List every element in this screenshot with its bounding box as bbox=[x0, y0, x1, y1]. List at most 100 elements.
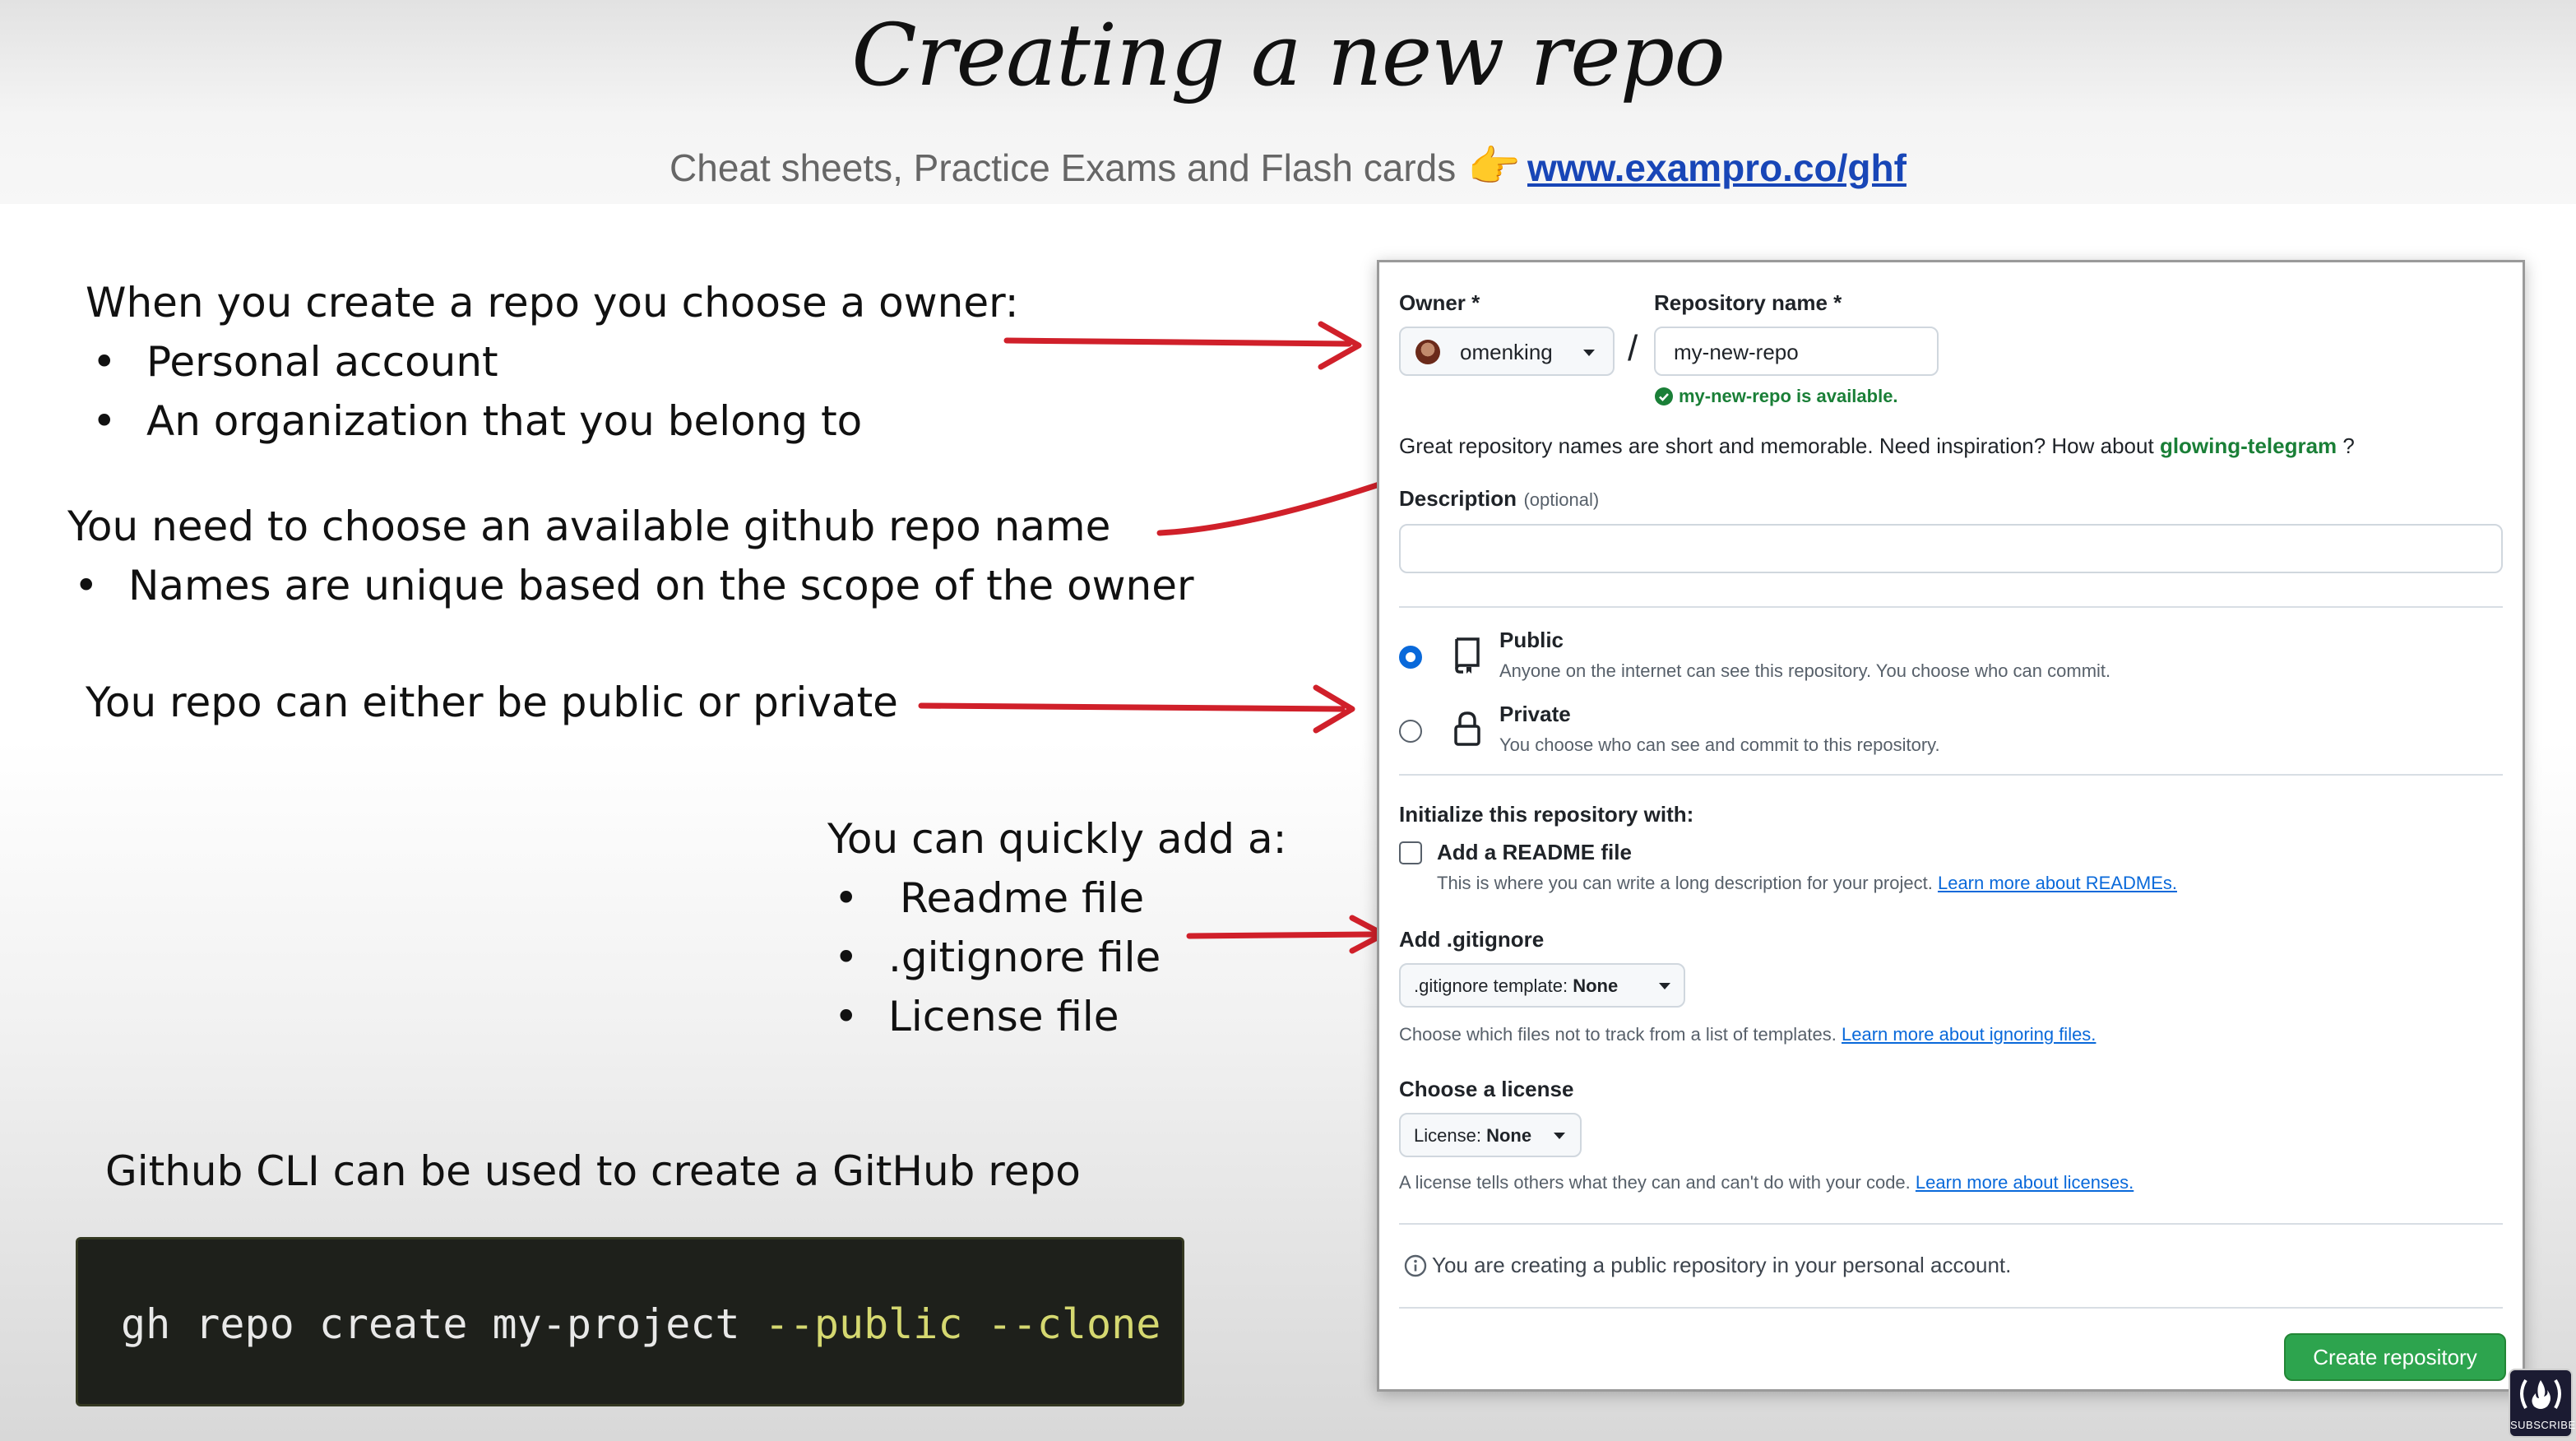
description-label: Description (optional) bbox=[1399, 486, 1599, 512]
exampro-link[interactable]: www.exampro.co/ghf bbox=[1527, 146, 1907, 189]
gitignore-select-prefix: .gitignore template: bbox=[1414, 975, 1568, 996]
readme-checkbox[interactable] bbox=[1399, 841, 1422, 864]
avatar bbox=[1415, 340, 1440, 364]
bullet: • bbox=[92, 397, 117, 445]
divider bbox=[1399, 1307, 2503, 1309]
bullet: • bbox=[834, 874, 859, 922]
cli-note-heading: Github CLI can be used to create a GitHu… bbox=[105, 1147, 1081, 1195]
info-icon bbox=[1404, 1254, 1427, 1277]
owner-note-item: • An organization that you belong to bbox=[86, 392, 1019, 451]
init-label: Initialize this repository with: bbox=[1399, 802, 1694, 827]
inspiration-suggestion[interactable]: glowing-telegram bbox=[2160, 433, 2337, 458]
public-label: Public bbox=[1499, 628, 1564, 652]
description-optional: (optional) bbox=[1523, 489, 1600, 510]
license-learn-more-link[interactable]: Learn more about licenses. bbox=[1916, 1172, 2134, 1193]
visibility-note-heading: You repo can either be public or private bbox=[86, 679, 898, 726]
gitignore-template-dropdown[interactable]: .gitignore template: None bbox=[1399, 963, 1685, 1008]
check-circle-icon bbox=[1655, 387, 1673, 405]
readme-description: This is where you can write a long descr… bbox=[1437, 873, 2177, 894]
readme-desc-text: This is where you can write a long descr… bbox=[1437, 873, 1933, 893]
quick-add-heading: You can quickly add a: bbox=[827, 815, 1287, 863]
owner-repo-separator: / bbox=[1628, 328, 1638, 368]
gitignore-label: Add .gitignore bbox=[1399, 927, 1545, 952]
license-select-prefix: License: bbox=[1414, 1125, 1481, 1146]
gitignore-desc-text: Choose which files not to track from a l… bbox=[1399, 1024, 1837, 1045]
quick-add-item-text: License file bbox=[888, 993, 1119, 1040]
quick-add-item: • .gitignore file bbox=[827, 928, 1286, 987]
license-dropdown[interactable]: License: None bbox=[1399, 1113, 1582, 1157]
quick-add-item: • Readme file bbox=[827, 869, 1286, 928]
github-new-repo-form: Owner * omenking / Repository name * my-… bbox=[1377, 260, 2525, 1392]
private-label: Private bbox=[1499, 702, 1571, 726]
subtitle-text: Cheat sheets, Practice Exams and Flash c… bbox=[669, 146, 1457, 189]
quick-add-item-text: .gitignore file bbox=[888, 934, 1161, 981]
bullet: • bbox=[74, 562, 99, 609]
pointing-hand-emoji: 👉 bbox=[1467, 143, 1522, 191]
divider bbox=[1399, 606, 2503, 608]
license-select-text: License: None bbox=[1414, 1125, 1531, 1147]
license-description: A license tells others what they can and… bbox=[1399, 1172, 2134, 1193]
owner-item-text: Personal account bbox=[146, 338, 498, 386]
gitignore-learn-more-link[interactable]: Learn more about ignoring files. bbox=[1842, 1024, 2096, 1045]
create-repository-button[interactable]: Create repository bbox=[2284, 1333, 2506, 1381]
owner-label: Owner * bbox=[1399, 290, 1480, 315]
name-item-text: Names are unique based on the scope of t… bbox=[128, 562, 1194, 609]
arrowhead-visibility bbox=[1313, 684, 1355, 734]
visibility-info-text: You are creating a public repository in … bbox=[1432, 1253, 2012, 1277]
arrow-owner bbox=[1003, 337, 1352, 347]
readme-label: Add a README file bbox=[1437, 840, 1632, 864]
cli-command-flags: --public --clone bbox=[764, 1300, 1161, 1348]
arrow-visibility bbox=[918, 702, 1346, 712]
lock-icon bbox=[1454, 711, 1480, 746]
quick-add-item: • License file bbox=[827, 987, 1286, 1046]
visibility-note: You repo can either be public or private bbox=[86, 673, 898, 732]
owner-note-item: • Personal account bbox=[86, 332, 1019, 392]
description-input[interactable] bbox=[1399, 524, 2503, 573]
inspiration-suffix: ? bbox=[2342, 433, 2355, 458]
arrowhead-owner bbox=[1318, 321, 1362, 370]
owner-note: When you create a repo you choose a owne… bbox=[86, 273, 1019, 451]
bullet: • bbox=[92, 338, 117, 386]
availability-text: my-new-repo is available. bbox=[1679, 386, 1898, 406]
slide-header: Creating a new repo Cheat sheets, Practi… bbox=[0, 0, 2576, 204]
subscribe-label: SUBSCRIBE bbox=[2510, 1419, 2576, 1431]
slide-subtitle: Cheat sheets, Practice Exams and Flash c… bbox=[0, 141, 2576, 192]
name-note-heading: You need to choose an available github r… bbox=[67, 503, 1111, 550]
license-select-value: None bbox=[1486, 1125, 1532, 1146]
repo-name-input[interactable]: my-new-repo bbox=[1654, 327, 1939, 376]
owner-note-heading: When you create a repo you choose a owne… bbox=[86, 279, 1019, 327]
subscribe-badge[interactable]: SUBSCRIBE bbox=[2509, 1369, 2576, 1438]
gitignore-select-value: None bbox=[1573, 975, 1619, 996]
private-radio[interactable] bbox=[1399, 720, 1422, 743]
repo-name-label: Repository name * bbox=[1654, 290, 1842, 315]
public-description: Anyone on the internet can see this repo… bbox=[1499, 660, 2111, 681]
visibility-info: You are creating a public repository in … bbox=[1404, 1253, 2011, 1278]
cli-command-base: gh repo create my-project bbox=[121, 1300, 765, 1348]
name-note: You need to choose an available github r… bbox=[67, 497, 1194, 615]
public-radio[interactable] bbox=[1399, 646, 1422, 669]
gitignore-select-text: .gitignore template: None bbox=[1414, 975, 1618, 997]
owner-dropdown[interactable]: omenking bbox=[1399, 327, 1615, 376]
cli-note: Github CLI can be used to create a GitHu… bbox=[105, 1142, 1081, 1201]
repo-name-value: my-new-repo bbox=[1674, 340, 1799, 364]
private-description: You choose who can see and commit to thi… bbox=[1499, 734, 1940, 755]
owner-item-text: An organization that you belong to bbox=[146, 397, 863, 445]
freecodecamp-logo bbox=[2520, 1378, 2561, 1409]
readme-learn-more-link[interactable]: Learn more about READMEs. bbox=[1938, 873, 2177, 893]
name-note-item: • Names are unique based on the scope of … bbox=[67, 556, 1194, 615]
cli-command: gh repo create my-project --public --clo… bbox=[121, 1300, 1161, 1348]
quick-add-item-text: Readme file bbox=[900, 874, 1145, 922]
gitignore-description: Choose which files not to track from a l… bbox=[1399, 1024, 2096, 1045]
bullet: • bbox=[834, 934, 859, 981]
description-label-text: Description bbox=[1399, 486, 1517, 511]
divider bbox=[1399, 774, 2503, 776]
slide-title: Creating a new repo bbox=[851, 5, 1726, 105]
chevron-down-icon bbox=[1554, 1133, 1565, 1139]
divider bbox=[1399, 1223, 2503, 1225]
quick-add-note: You can quickly add a: • Readme file • .gi… bbox=[827, 809, 1286, 1046]
owner-value: omenking bbox=[1460, 340, 1553, 364]
code-block: gh repo create my-project --public --clo… bbox=[76, 1237, 1184, 1406]
chevron-down-icon bbox=[1583, 350, 1595, 356]
repo-icon bbox=[1455, 637, 1480, 674]
license-label: Choose a license bbox=[1399, 1077, 1574, 1101]
